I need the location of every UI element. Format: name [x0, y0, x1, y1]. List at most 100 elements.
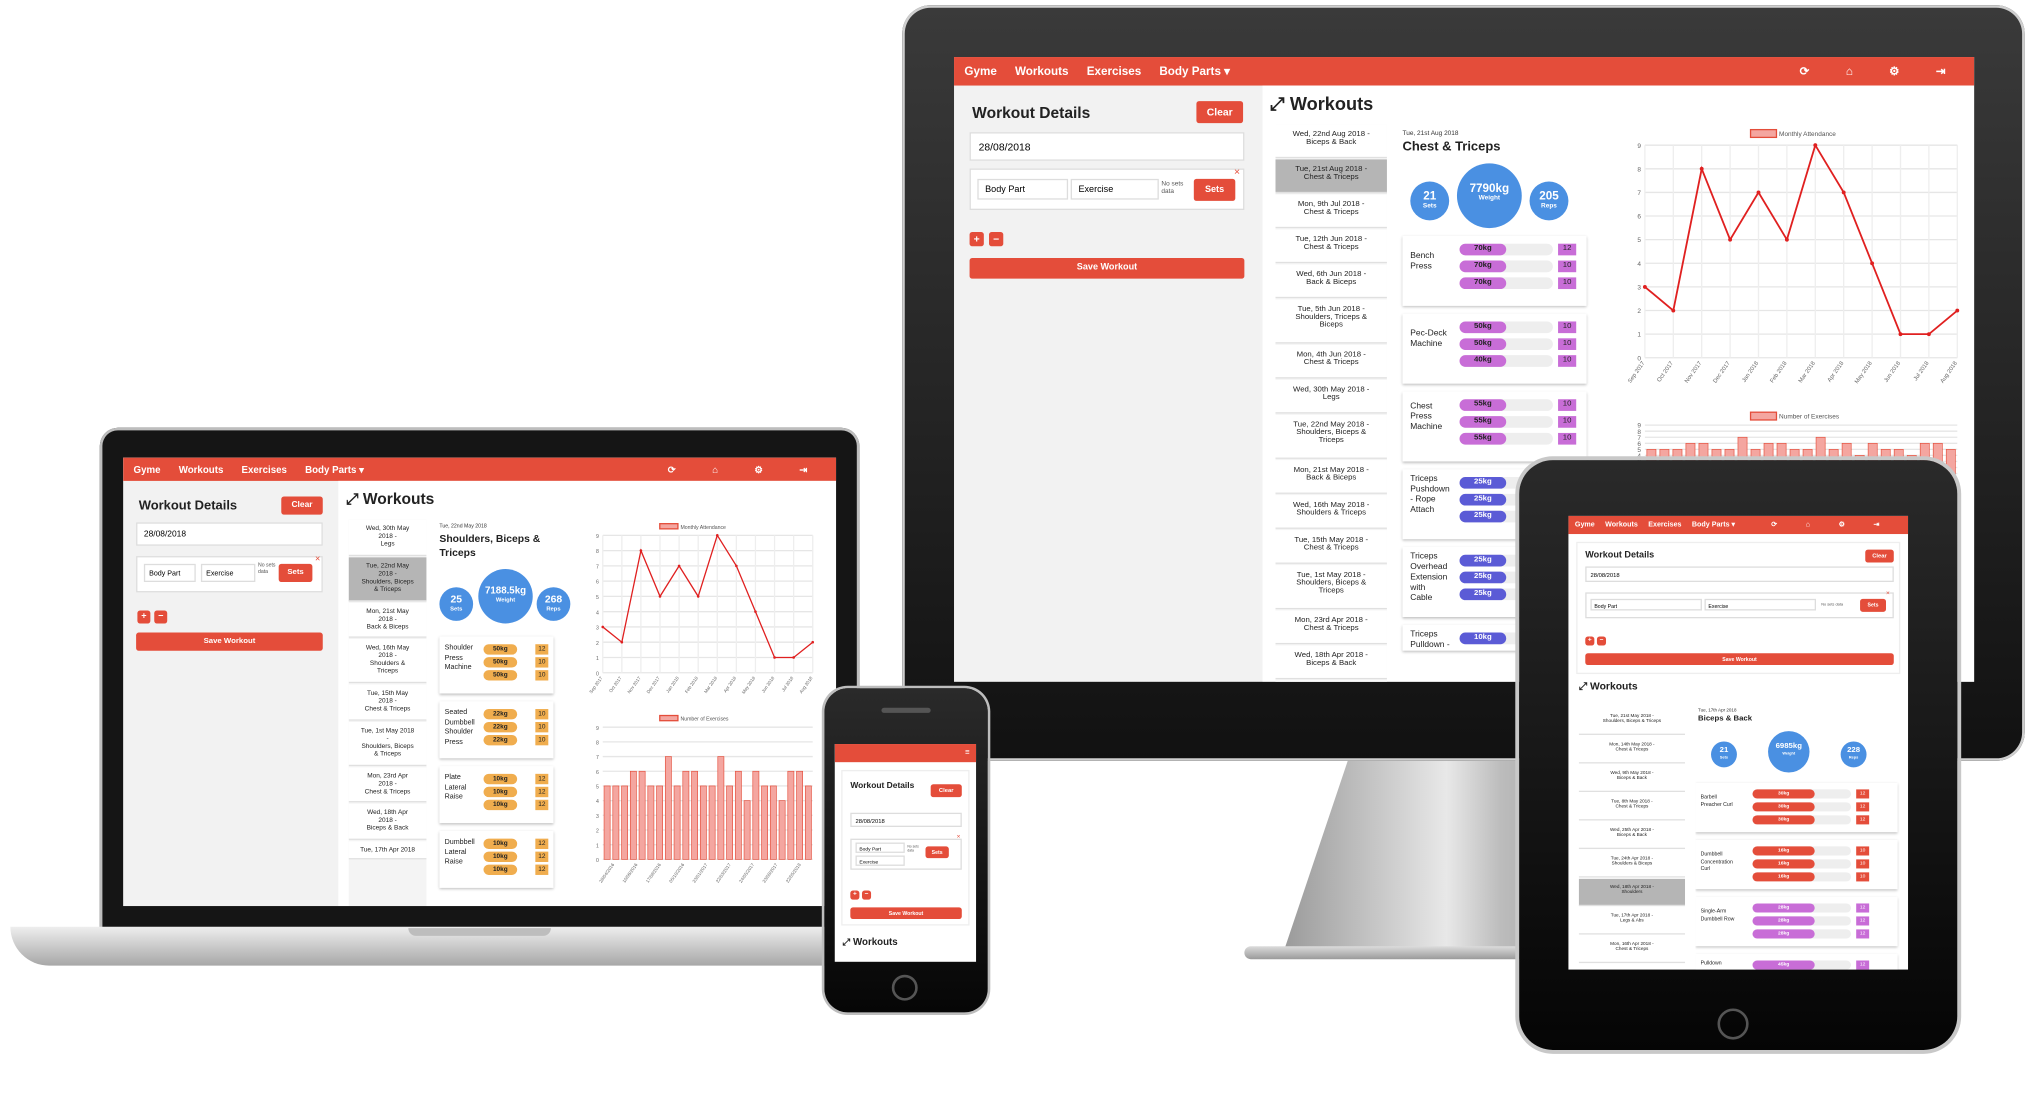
workout-list-item[interactable]: Tue, 21st Aug 2018 - Chest & Triceps [1275, 159, 1387, 194]
nav-body-parts[interactable]: Body Parts ▾ [1692, 521, 1735, 529]
refresh-icon[interactable]: ⟳ [668, 463, 676, 475]
add-button[interactable]: + [1585, 636, 1595, 646]
nav-workouts[interactable]: Workouts [179, 463, 224, 475]
workout-list-item[interactable]: Wed, 25th Apr 2018 - Biceps & Back [1578, 821, 1686, 850]
nav-workouts[interactable]: Workouts [1015, 65, 1069, 78]
workout-list-item[interactable]: Wed, 18th Apr 2018 - Biceps & Back [348, 803, 427, 840]
nav-exercises[interactable]: Exercises [242, 463, 287, 475]
body-part-select[interactable]: Body Part [977, 178, 1069, 200]
weight-pill: 50kg [1459, 321, 1507, 334]
workout-list-line: Wed, 30th May 2018 - [1293, 386, 1370, 395]
workout-list-item[interactable]: Tue, 5th Jun 2018 - Shoulders, Triceps & B… [1275, 299, 1387, 344]
hamburger-icon[interactable]: ≡ [965, 749, 970, 757]
sets-button[interactable]: Sets [1860, 598, 1886, 612]
remove-set-icon[interactable]: × [1886, 590, 1890, 598]
remove-set-icon[interactable]: × [1234, 166, 1240, 178]
clear-button[interactable]: Clear [1865, 549, 1894, 563]
exercise-select[interactable]: Exercise [855, 855, 905, 866]
remove-set-icon[interactable]: × [315, 555, 320, 564]
workout-list-item[interactable]: Wed, 30th May 2018 - Legs [348, 519, 427, 556]
date-input[interactable]: 28/08/2018 [136, 522, 323, 546]
workout-list-item[interactable]: Tue, 17th Apr 2018 [348, 840, 427, 860]
workout-list-item[interactable]: Mon, 21st May 2018 - Back & Biceps [1275, 460, 1387, 494]
sets-button[interactable]: Sets [1193, 178, 1236, 201]
workout-list-item[interactable]: Mon, 21st May 2018 - Back & Biceps [348, 602, 427, 638]
workout-list-item[interactable]: Tue, 22nd May 2018 - Shoulders, Biceps & T… [1275, 414, 1387, 459]
body-part-select[interactable]: Body Part [855, 842, 905, 853]
refresh-icon[interactable]: ⟳ [1800, 64, 1810, 78]
sets-button[interactable]: Sets [278, 563, 313, 583]
date-input[interactable]: 28/08/2018 [1585, 566, 1894, 583]
nav-body-parts[interactable]: Body Parts ▾ [1159, 64, 1230, 78]
nav-exercises[interactable]: Exercises [1648, 521, 1681, 529]
workout-list-item[interactable]: Tue, 1st May 2018 - Shoulders, Biceps & Tr… [1275, 565, 1387, 610]
body-part-select[interactable]: Body Part [1590, 598, 1702, 611]
date-input[interactable]: 28/08/2018 [850, 812, 962, 827]
brand-link[interactable]: Gyme [964, 65, 996, 78]
workout-list-item[interactable]: Tue, 17th Apr 2018 - [1275, 680, 1387, 682]
workout-list-item[interactable]: Wed, 6th Jun 2018 - Back & Biceps [1275, 264, 1387, 299]
clear-button[interactable]: Clear [281, 496, 323, 515]
workout-list[interactable]: Wed, 22nd Aug 2018 - Biceps & Back Tue, 21… [1275, 124, 1387, 682]
add-button[interactable]: + [137, 610, 151, 624]
home-icon[interactable]: ⌂ [1806, 521, 1810, 529]
workout-list-item[interactable]: Wed, 9th May 2018 - Biceps & Back [1578, 764, 1686, 792]
gear-icon[interactable]: ⚙ [1839, 521, 1845, 529]
workout-list-item[interactable]: Wed, 22nd Aug 2018 - Biceps & Back [1275, 124, 1387, 159]
home-icon[interactable]: ⌂ [1846, 64, 1853, 78]
remove-button[interactable]: − [1596, 636, 1607, 646]
brand-link[interactable]: Gyme [134, 463, 161, 475]
date-input[interactable]: 28/08/2018 [969, 132, 1245, 161]
workout-list-item[interactable]: Tue, 17th Apr 2018 - Legs & Abs [1578, 907, 1686, 935]
workout-list-item[interactable]: Mon, 9th Jul 2018 - Chest & Triceps [1275, 194, 1387, 229]
clear-button[interactable]: Clear [930, 784, 962, 798]
logout-icon[interactable]: ⇥ [1936, 64, 1946, 78]
remove-button[interactable]: − [154, 610, 168, 624]
workout-list-item[interactable]: Wed, 30th May 2018 - Legs [1275, 379, 1387, 414]
workout-list[interactable]: Wed, 30th May 2018 - Legs Tue, 22nd May 2018… [348, 519, 427, 907]
workout-list-item[interactable]: Mon, 23rd Apr 2018 - Chest & Triceps [348, 766, 427, 803]
exercise-select[interactable]: Exercise [1070, 178, 1159, 200]
gear-icon[interactable]: ⚙ [754, 463, 763, 475]
workout-list-item[interactable]: Tue, 12th Jun 2018 - Chest & Triceps [1275, 229, 1387, 264]
workout-list-item[interactable]: Mon, 14th May 2018 - Chest & Triceps [1578, 736, 1686, 764]
workout-list-item[interactable]: Wed, 16th May 2018 - Shoulders & Triceps [1275, 495, 1387, 529]
add-button[interactable]: + [850, 890, 860, 900]
logout-icon[interactable]: ⇥ [799, 463, 807, 475]
nav-exercises[interactable]: Exercises [1087, 65, 1142, 78]
nav-body-parts[interactable]: Body Parts ▾ [305, 463, 364, 475]
home-icon[interactable]: ⌂ [712, 463, 718, 475]
save-workout-button[interactable]: Save Workout [969, 257, 1245, 279]
workout-list-item[interactable]: Mon, 23rd Apr 2018 - Chest & Triceps [1275, 610, 1387, 645]
sets-button[interactable]: Sets [925, 846, 949, 859]
workout-list-item[interactable]: Wed, 18th Apr 2018 - Shoulders [1578, 878, 1686, 907]
remove-button[interactable]: − [989, 232, 1004, 247]
add-button[interactable]: + [969, 232, 984, 247]
logout-icon[interactable]: ⇥ [1874, 521, 1880, 529]
remove-set-icon[interactable]: × [957, 833, 961, 841]
workout-list-item[interactable]: Tue, 21st May 2018 - Shoulders, Biceps & … [1578, 707, 1686, 735]
workout-list[interactable]: Tue, 21st May 2018 - Shoulders, Biceps & … [1578, 707, 1686, 970]
refresh-icon[interactable]: ⟳ [1771, 521, 1777, 529]
exercise-select[interactable]: Exercise [1704, 598, 1817, 611]
exercise-select[interactable]: Exercise [200, 563, 256, 583]
workout-list-item[interactable]: Tue, 15th May 2018 - Chest & Triceps [1275, 530, 1387, 564]
workout-list-item[interactable]: Tue, 15th May 2018 - Chest & Triceps [348, 684, 427, 721]
workout-list-item[interactable]: Mon, 16th Apr 2018 - Chest & Triceps [1578, 935, 1686, 964]
save-workout-button[interactable]: Save Workout [1585, 653, 1894, 665]
nav-workouts[interactable]: Workouts [1605, 521, 1638, 529]
workout-list-item[interactable]: Tue, 1st May 2018- Shoulders, Biceps & Tri… [348, 721, 427, 766]
save-workout-button[interactable]: Save Workout [136, 632, 323, 651]
workout-list-item[interactable]: Mon, 4th Jun 2018 - Chest & Triceps [1275, 344, 1387, 379]
workout-list-item[interactable]: Tue, 8th May 2018 - Chest & Triceps [1578, 793, 1686, 821]
body-part-select[interactable]: Body Part [143, 563, 196, 583]
brand-link[interactable]: Gyme [1575, 521, 1595, 529]
workout-list-item[interactable]: Tue, 24th Apr 2018 - Shoulders & Biceps [1578, 850, 1686, 878]
gear-icon[interactable]: ⚙ [1889, 64, 1899, 78]
remove-button[interactable]: − [861, 890, 872, 900]
workout-list-item[interactable]: Wed, 18th Apr 2018 - Biceps & Back [1275, 645, 1387, 680]
workout-list-item[interactable]: Tue, 22nd May 2018 - Shoulders, Biceps & Tr… [348, 556, 427, 601]
workout-list-item[interactable]: Wed, 16th May 2018 - Shoulders & Triceps [348, 639, 427, 684]
clear-button[interactable]: Clear [1196, 101, 1244, 124]
save-workout-button[interactable]: Save Workout [850, 907, 962, 920]
